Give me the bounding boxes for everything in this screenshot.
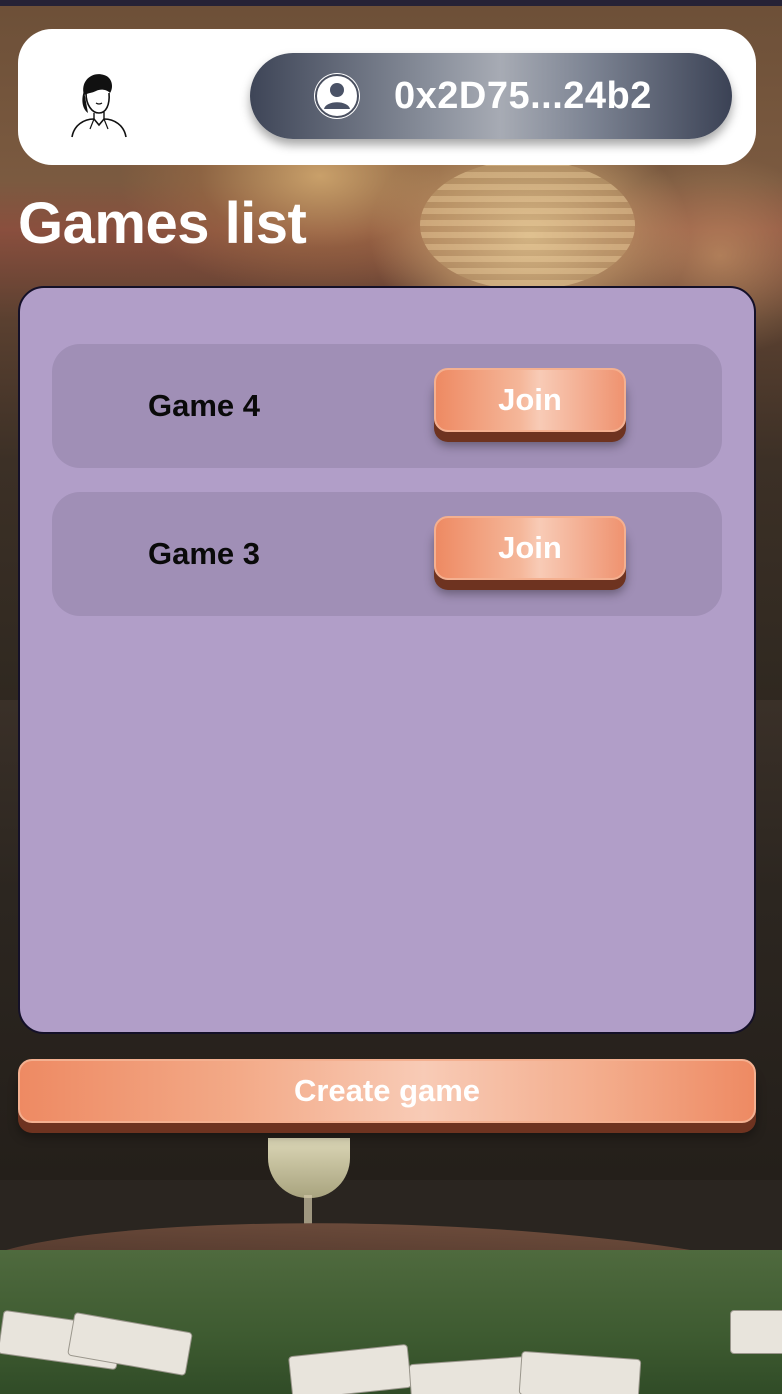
games-list-panel: Game 4 Join Game 3 Join bbox=[18, 286, 756, 1034]
wallet-button[interactable]: 0x2D75...24b2 bbox=[250, 53, 732, 139]
background-lamp bbox=[420, 160, 635, 290]
user-portrait-icon[interactable] bbox=[66, 69, 130, 139]
join-game-button[interactable]: Join bbox=[434, 516, 626, 580]
game-name: Game 4 bbox=[148, 388, 261, 423]
game-row: Game 4 Join bbox=[52, 344, 722, 468]
game-row: Game 3 Join bbox=[52, 492, 722, 616]
wallet-address: 0x2D75...24b2 bbox=[394, 75, 652, 117]
game-name: Game 3 bbox=[148, 536, 261, 571]
account-circle-icon bbox=[314, 73, 360, 119]
page-title: Games list bbox=[18, 191, 307, 256]
playing-card bbox=[730, 1310, 782, 1354]
create-game-button[interactable]: Create game bbox=[18, 1059, 756, 1123]
playing-card bbox=[518, 1350, 642, 1394]
wine-glass-bowl bbox=[268, 1138, 350, 1198]
top-bar: 0x2D75...24b2 bbox=[18, 29, 756, 165]
join-game-button[interactable]: Join bbox=[434, 368, 626, 432]
